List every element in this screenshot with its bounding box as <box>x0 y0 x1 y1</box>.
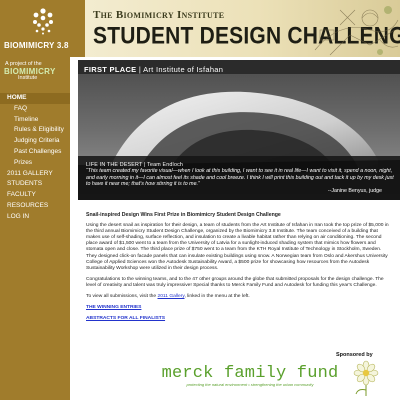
place-label: FIRST PLACE <box>84 65 137 74</box>
nav-item-students[interactable]: STUDENTS <box>0 179 70 190</box>
nav-item-prizes[interactable]: Prizes <box>0 158 70 169</box>
biomimicry-logo-icon <box>33 8 53 35</box>
challenge-banner: The Biomimicry Institute STUDENT DESIGN … <box>85 0 400 57</box>
sponsored-by-label: Sponsored by <box>336 352 373 358</box>
article-paragraph-3: To view all submissions, visit the 2011 … <box>86 294 390 300</box>
nav-item-gallery[interactable]: 2011 GALLERY <box>0 169 70 180</box>
banner-subtitle: The Biomimicry Institute <box>93 9 225 21</box>
merck-name: merck family fund <box>161 364 339 383</box>
logo-text: BIOMIMICRY 3.8 <box>4 41 69 50</box>
nav-item-past-challenges[interactable]: Past Challenges <box>0 147 70 158</box>
nav-item-faq[interactable]: FAQ <box>0 104 70 115</box>
p3-before: To view all submissions, visit the <box>86 294 158 300</box>
gallery-link[interactable]: 2011 Gallery <box>157 294 184 299</box>
nav-item-judging[interactable]: Judging Criteria <box>0 136 70 147</box>
school-label: Art Institute of Isfahan <box>143 65 224 74</box>
hero-place-label: FIRST PLACE | Art Institute of Isfahan <box>84 65 224 74</box>
article-paragraph-1: Using the desert snail as inspiration fo… <box>86 223 389 271</box>
article-paragraph-2: Congratulations to the winning teams, an… <box>86 276 384 288</box>
flower-sponsor-icon[interactable] <box>350 360 382 398</box>
caption-quote: “This team created my favorite visual—wh… <box>86 168 394 188</box>
article: Snail-inspired Design Wins First Prize i… <box>86 212 390 327</box>
site-header: BIOMIMICRY 3.8 The Biomimicry Institute … <box>0 0 400 57</box>
p3-after: , linked in the menu at the left. <box>184 294 250 300</box>
nav-item-timeline[interactable]: Timeline <box>0 115 70 126</box>
abstracts-link[interactable]: ABSTRACTS FOR ALL FINALISTS <box>86 316 390 322</box>
hero-caption: LIFE IN THE DESERT | Team Endloch “This … <box>86 162 394 194</box>
hero-banner: FIRST PLACE | Art Institute of Isfahan L… <box>78 60 400 200</box>
nav-item-home[interactable]: HOME <box>0 93 70 104</box>
main-nav: HOME FAQ Timeline Rules & Eligibility Ju… <box>0 93 70 223</box>
merck-tagline: protecting the natural environment • str… <box>186 382 314 387</box>
caption-attribution: --Janine Benyus, judge <box>327 187 382 194</box>
sidebar: A project of the BIOMIMICRY Institute HO… <box>0 57 70 400</box>
banner-sketch-illustration <box>314 6 399 56</box>
biomimicry-logo[interactable]: BIOMIMICRY 3.8 <box>0 0 85 57</box>
biomimicry-institute-logo[interactable]: BIOMIMICRY Institute <box>4 67 66 83</box>
article-heading: Snail-inspired Design Wins First Prize i… <box>86 212 281 218</box>
nav-item-login[interactable]: LOG IN <box>0 212 70 223</box>
nav-item-rules[interactable]: Rules & Eligibility <box>0 125 70 136</box>
merck-family-fund-logo[interactable]: merck family fund protecting the natural… <box>160 364 340 387</box>
nav-item-faculty[interactable]: FACULTY <box>0 190 70 201</box>
winning-entries-link[interactable]: THE WINNING ENTRIES <box>86 305 390 311</box>
nav-item-resources[interactable]: RESOURCES <box>0 201 70 212</box>
